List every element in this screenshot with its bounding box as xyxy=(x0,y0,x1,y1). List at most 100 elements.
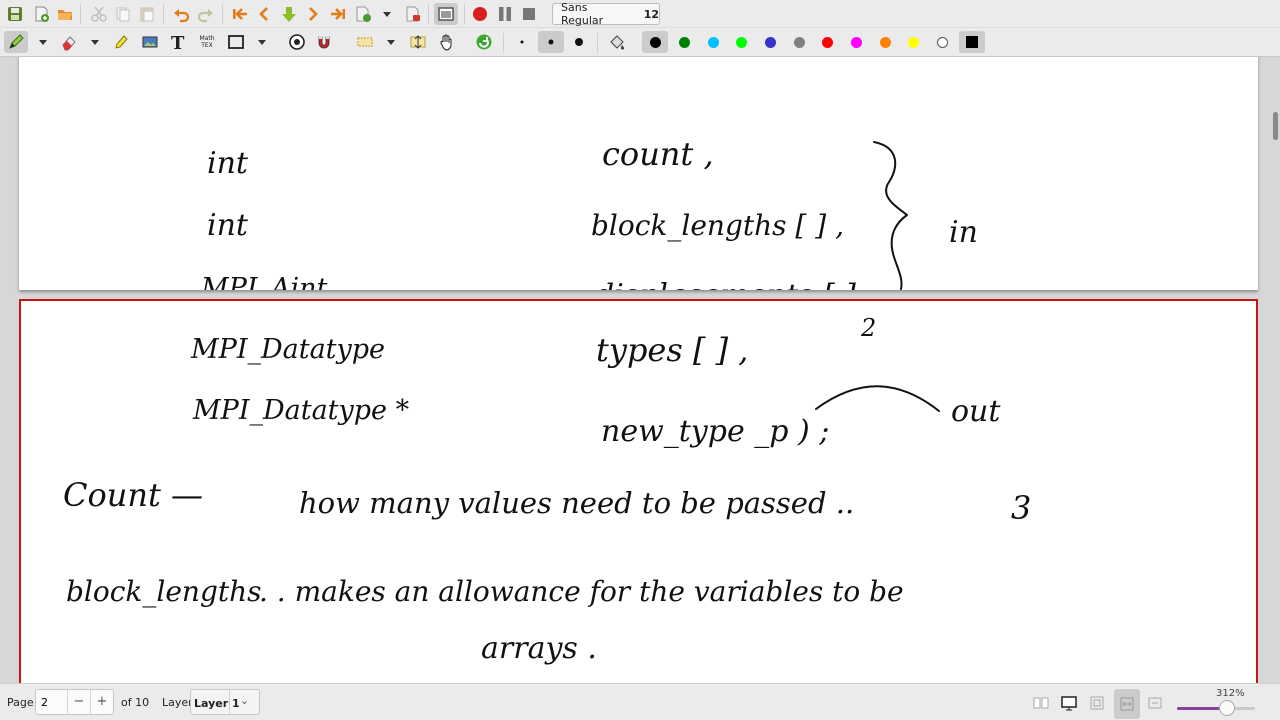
undo-icon[interactable] xyxy=(170,3,192,25)
page1-ink: int count , int block_lengths [ ] , MPI_… xyxy=(200,135,978,290)
eraser-icon[interactable] xyxy=(58,31,80,53)
color-swatch-orange[interactable] xyxy=(880,37,891,48)
rectangle-icon[interactable] xyxy=(225,31,247,53)
fill-icon[interactable] xyxy=(606,31,628,53)
color-custom-button[interactable] xyxy=(959,31,985,53)
color-swatch-yellow[interactable] xyxy=(908,37,919,48)
ink-name-count: count , xyxy=(602,135,714,173)
vertical-space-icon[interactable] xyxy=(407,31,429,53)
vertical-scrollbar[interactable] xyxy=(1273,112,1278,140)
zoom-page-width-icon[interactable] xyxy=(1114,689,1140,719)
color-swatch-magenta[interactable] xyxy=(851,37,862,48)
math-tex-icon[interactable]: Math TEX xyxy=(196,31,218,53)
page-current[interactable]: MPI_Datatype types [ ] , 2 MPI_Datatype … xyxy=(19,299,1258,683)
redo-icon[interactable] xyxy=(195,3,217,25)
chevron-down-icon[interactable] xyxy=(84,31,106,53)
view-presentation-icon[interactable] xyxy=(1058,692,1080,714)
color-swatch-blue[interactable] xyxy=(765,37,776,48)
thickness-fine-icon[interactable] xyxy=(511,31,533,53)
ink-type-int-1: int xyxy=(207,146,249,181)
chevron-down-icon[interactable] xyxy=(32,31,54,53)
first-page-icon[interactable] xyxy=(229,3,251,25)
layer-select[interactable]: Layer 1 ⌄ xyxy=(190,689,260,715)
ink-name-block-lengths: block_lengths [ ] , xyxy=(591,209,844,242)
ink-note-block-lengths: . . makes an allowance for the variables… xyxy=(259,575,904,608)
color-swatch-gray[interactable] xyxy=(794,37,805,48)
font-size: 12 xyxy=(643,7,659,21)
tools-toolbar: T Math TEX xyxy=(0,28,1280,57)
color-swatch-red[interactable] xyxy=(822,37,833,48)
color-swatch-black[interactable] xyxy=(650,37,661,48)
pen-icon[interactable] xyxy=(4,31,28,53)
stop-icon[interactable] xyxy=(518,3,540,25)
fullscreen-icon[interactable] xyxy=(434,3,458,25)
ink-type-int-2: int xyxy=(207,208,249,243)
new-page-icon[interactable] xyxy=(30,3,52,25)
zoom-slider-knob[interactable] xyxy=(1218,700,1235,716)
page-decrement-button[interactable]: − xyxy=(67,690,90,714)
delete-page-icon[interactable] xyxy=(401,3,423,25)
ink-note-arrays: arrays . xyxy=(481,631,597,666)
zoom-slider[interactable] xyxy=(1177,700,1255,716)
chevron-down-icon[interactable]: ⌄ xyxy=(229,690,259,714)
ink-name-displacements: displacements [ ] , xyxy=(595,278,875,290)
cut-icon[interactable] xyxy=(88,3,110,25)
toolbar-separator xyxy=(222,4,223,24)
page-increment-button[interactable]: + xyxy=(90,690,113,714)
color-swatch-light-blue[interactable] xyxy=(708,37,719,48)
new-page-after-icon[interactable] xyxy=(352,3,374,25)
toolbar-separator xyxy=(503,33,504,53)
copy-icon[interactable] xyxy=(112,3,134,25)
ink-term-count: Count — xyxy=(63,476,203,514)
ink-type-mpi-datatype-1: MPI_Datatype xyxy=(190,334,385,365)
toolbar-separator xyxy=(80,4,81,24)
chevron-down-icon[interactable] xyxy=(251,31,273,53)
goto-page-icon[interactable] xyxy=(278,3,300,25)
paste-icon[interactable] xyxy=(136,3,158,25)
page2-ink: MPI_Datatype types [ ] , 2 MPI_Datatype … xyxy=(63,314,1031,666)
record-icon[interactable] xyxy=(469,3,491,25)
ink-out-arrow xyxy=(815,385,940,412)
prev-page-icon[interactable] xyxy=(253,3,275,25)
font-selector-button[interactable]: Sans Regular 12 xyxy=(552,1,660,27)
zoom-100-icon[interactable] xyxy=(1144,692,1166,714)
pause-icon[interactable] xyxy=(494,3,516,25)
thickness-medium-icon[interactable] xyxy=(538,31,564,53)
document-canvas[interactable]: int count , int block_lengths [ ] , MPI_… xyxy=(0,57,1280,683)
image-icon[interactable] xyxy=(139,31,161,53)
open-icon[interactable] xyxy=(54,3,76,25)
last-page-icon[interactable] xyxy=(327,3,349,25)
page-spinner[interactable]: − + xyxy=(35,689,114,715)
default-tools-icon[interactable] xyxy=(473,31,495,53)
chevron-down-icon[interactable] xyxy=(376,3,398,25)
toolbar-separator xyxy=(163,4,164,24)
color-swatch-light-green[interactable] xyxy=(736,37,747,48)
page-label: Page xyxy=(7,696,34,709)
xournal-window: Sans Regular 12 T Math TEX int count , i… xyxy=(0,0,1280,720)
ink-mark-2: 2 xyxy=(860,314,876,342)
hand-icon[interactable] xyxy=(436,31,458,53)
ink-label-in: in xyxy=(949,215,978,250)
shape-recognizer-icon[interactable] xyxy=(286,31,308,53)
status-bar: Page − + of 10 Layer Layer 1 ⌄ 312% xyxy=(0,683,1280,720)
zoom-fit-icon[interactable] xyxy=(1086,692,1108,714)
next-page-icon[interactable] xyxy=(302,3,324,25)
select-region-icon[interactable] xyxy=(354,31,376,53)
thickness-thick-icon[interactable] xyxy=(568,31,590,53)
text-tool-icon[interactable]: T xyxy=(167,31,189,53)
color-swatch-white[interactable] xyxy=(937,37,948,48)
color-swatch-green[interactable] xyxy=(679,37,690,48)
main-toolbar: Sans Regular 12 xyxy=(0,0,1280,28)
view-two-pages-icon[interactable] xyxy=(1030,692,1052,714)
ink-term-block-lengths: block_lengths xyxy=(66,575,262,608)
ruler-magnet-icon[interactable] xyxy=(313,31,335,53)
highlighter-icon[interactable] xyxy=(110,31,132,53)
page-previous[interactable]: int count , int block_lengths [ ] , MPI_… xyxy=(19,57,1258,290)
page-count-label: of 10 xyxy=(121,696,150,709)
save-icon[interactable] xyxy=(4,3,26,25)
ink-type-mpi-datatype-2: MPI_Datatype * xyxy=(192,395,410,426)
chevron-down-icon[interactable] xyxy=(380,31,402,53)
page-number-input[interactable] xyxy=(36,690,64,714)
toolbar-separator xyxy=(597,33,598,53)
ink-name-new-type-p: new_type _p ) ; xyxy=(601,414,829,449)
